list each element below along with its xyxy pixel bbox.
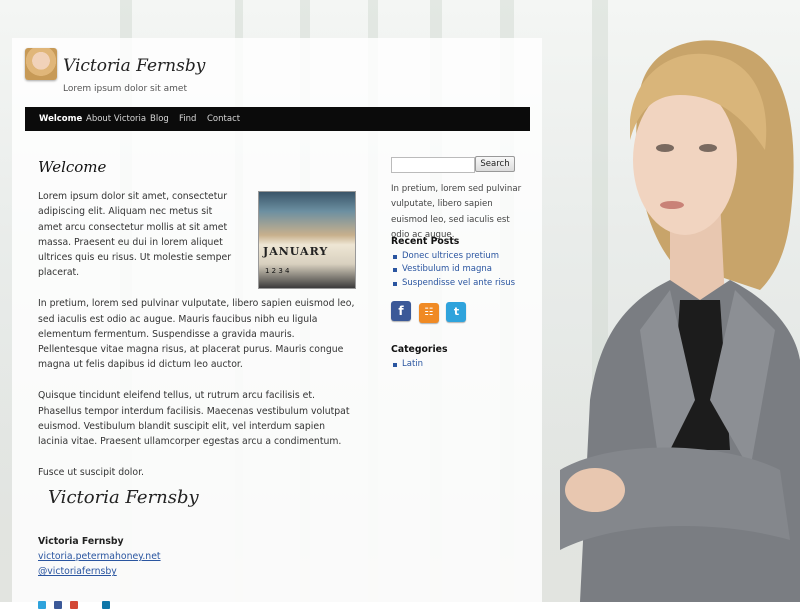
divider-icon — [86, 601, 94, 609]
recent-posts-list: Donec ultrices pretium Vestibulum id mag… — [391, 250, 526, 290]
woman-photo — [560, 40, 800, 602]
post-paragraph: Quisque tincidunt eleifend tellus, ut ru… — [38, 390, 350, 448]
google-plus-icon[interactable] — [70, 601, 79, 609]
categories-title: Categories — [391, 344, 448, 355]
author-name: Victoria Fernsby — [38, 536, 124, 547]
calendar-days: 1 2 3 4 — [265, 267, 290, 275]
search-input[interactable] — [391, 157, 475, 173]
twitter-icon[interactable] — [38, 601, 46, 609]
post-content: Welcome JANUARY 1 2 3 4 Lorem ipsum dolo… — [38, 158, 356, 496]
calendar-month: JANUARY — [263, 245, 329, 258]
recent-post-link[interactable]: Donec ultrices pretium — [402, 251, 499, 261]
categories-list: Latin — [391, 358, 526, 371]
nav-item-contact[interactable]: Contact — [207, 107, 240, 131]
recent-post-link[interactable]: Suspendisse vel ante risus — [402, 278, 515, 288]
facebook-icon[interactable]: f — [391, 301, 411, 321]
nav-item-welcome[interactable]: Welcome — [39, 107, 82, 131]
site-title[interactable]: Victoria Fernsby — [63, 56, 205, 76]
calendar-image: JANUARY 1 2 3 4 — [258, 191, 356, 289]
post-paragraph: Fusce ut suscipit dolor. — [38, 466, 144, 478]
author-twitter-link[interactable]: @victoriafernsby — [38, 564, 161, 579]
recent-post-link[interactable]: Vestibulum id magna — [402, 264, 492, 274]
list-item: Suspendisse vel ante risus — [391, 277, 526, 290]
list-item: Donec ultrices pretium — [391, 250, 526, 263]
social-icons: f ☷ t — [391, 301, 471, 323]
facebook-icon[interactable] — [54, 601, 63, 609]
search-button[interactable]: Search — [475, 156, 515, 172]
nav-item-find[interactable]: Find — [179, 107, 196, 131]
post-paragraph: Lorem ipsum dolor sit amet, consectetur … — [38, 191, 232, 279]
twitter-icon[interactable]: t — [446, 302, 467, 322]
list-item: Latin — [391, 358, 526, 371]
author-website-link[interactable]: victoria.petermahoney.net — [38, 549, 161, 564]
site-description: Lorem ipsum dolor sit amet — [63, 84, 187, 94]
recent-posts-title: Recent Posts — [391, 236, 460, 247]
post-paragraph: In pretium, lorem sed pulvinar vulputate… — [38, 298, 355, 371]
linkedin-icon[interactable] — [102, 601, 111, 609]
signature: Victoria Fernsby — [48, 487, 199, 508]
sidebar-text: In pretium, lorem sed pulvinar vulputate… — [391, 184, 522, 240]
nav-item-about[interactable]: About Victoria — [86, 107, 146, 131]
rss-icon[interactable]: ☷ — [418, 303, 439, 323]
avatar[interactable] — [25, 48, 57, 80]
list-item: Vestibulum id magna — [391, 263, 526, 276]
author-social-icons — [38, 594, 113, 609]
main-nav: Welcome About Victoria Blog Find Contact — [25, 107, 530, 131]
author-box: Victoria Fernsby victoria.petermahoney.n… — [38, 534, 161, 580]
nav-item-blog[interactable]: Blog — [150, 107, 169, 131]
category-link[interactable]: Latin — [402, 359, 423, 369]
post-title: Welcome — [38, 158, 107, 176]
